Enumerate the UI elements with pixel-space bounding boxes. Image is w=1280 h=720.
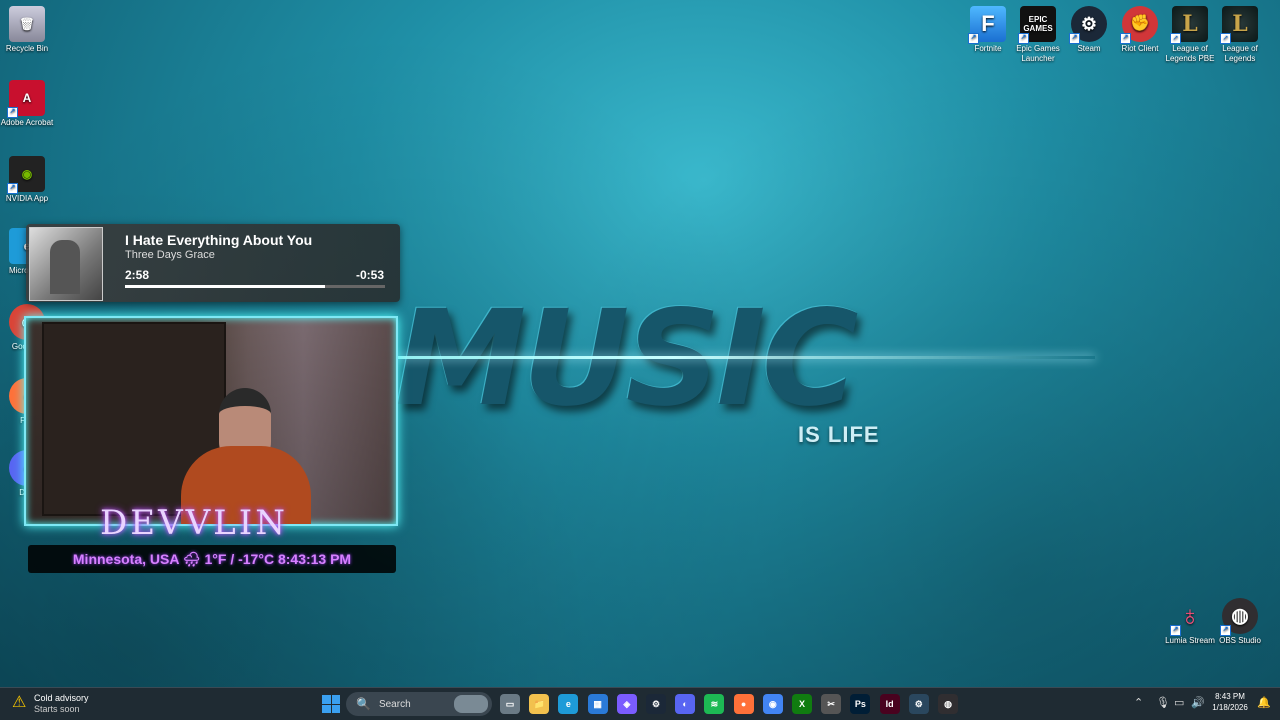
acrobat-icon: A ↗ xyxy=(7,80,45,118)
desktop-icon-league-pbe[interactable]: L ↗ League of Legends PBE xyxy=(1163,6,1217,64)
desktop-icon-label: Fortnite xyxy=(974,44,1002,53)
volume-icon[interactable]: 🔊 xyxy=(1191,696,1205,709)
desktop-icon-label: Adobe Acrobat xyxy=(0,118,54,127)
song-progress-fill xyxy=(125,285,326,288)
edge-icon[interactable]: e xyxy=(558,694,579,714)
desktop-icon-label: Steam xyxy=(1077,44,1101,53)
file-explorer-icon[interactable]: ▭ xyxy=(500,694,520,714)
warning-icon: ⚠ xyxy=(12,694,27,711)
weather-alert-title: Cold advisory xyxy=(34,693,89,703)
xbox-icon[interactable]: X xyxy=(792,694,812,714)
chevron-up-icon[interactable]: ⌃ xyxy=(1134,696,1143,709)
snipping-tool-icon[interactable]: ✂ xyxy=(821,694,842,714)
desktop-icon-label: Epic Games Launcher xyxy=(1016,44,1060,63)
epic-glyph: EPIC GAMES xyxy=(1023,15,1053,33)
taskbar-clock[interactable]: 8:43 PM 1/18/2026 xyxy=(1210,691,1250,713)
location-text: Minnesota, USA xyxy=(72,551,179,567)
time-elapsed: 2:58 xyxy=(125,268,150,282)
desktop-icon-riot[interactable]: ✊ ↗ Riot Client xyxy=(1113,6,1167,54)
desktop-icon-label: Recycle Bin xyxy=(5,44,49,53)
league-glyph: L xyxy=(1232,11,1248,37)
fortnite-glyph: F xyxy=(981,11,995,36)
desktop-icon-lumia-stream[interactable]: ♁ ↗ Lumia Stream xyxy=(1163,598,1217,646)
riot-icon: ✊ ↗ xyxy=(1120,6,1158,44)
taskbar-search[interactable]: 🔍 Search xyxy=(346,692,492,716)
search-icon: 🔍 xyxy=(356,697,371,711)
photoshop-icon[interactable]: Ps xyxy=(850,694,871,714)
lumia-stream-icon: ♁ ↗ xyxy=(1170,598,1208,636)
league-pbe-icon: L ↗ xyxy=(1170,6,1208,44)
search-placeholder: Search xyxy=(378,698,411,710)
desktop-icon-acrobat[interactable]: A ↗ Adobe Acrobat xyxy=(0,80,54,128)
obs-icon: ◍ ↗ xyxy=(1220,598,1258,636)
song-title: I Hate Everything About You xyxy=(125,232,313,248)
desktop-icon-label: NVIDIA App xyxy=(5,194,49,203)
overlay-time: 8:43:13 PM xyxy=(277,551,352,567)
recycle-bin-icon: 🗑 xyxy=(9,6,45,42)
desktop-icon-label: Riot Client xyxy=(1121,44,1159,53)
desktop-icon-label: League of Legends PBE xyxy=(1165,44,1215,63)
song-artist: Three Days Grace xyxy=(125,249,215,261)
fortnite-icon: F ↗ xyxy=(968,6,1006,44)
folder-icon[interactable]: 📁 xyxy=(529,694,550,714)
weather-icon: 🌧 xyxy=(182,551,201,567)
weather-time-bar: Minnesota, USA 🌧 1°F / -17°C 8:43:13 PM xyxy=(28,545,396,573)
start-button[interactable] xyxy=(322,695,340,713)
temperature-text: 1°F / -17°C xyxy=(204,551,275,567)
discord-icon[interactable]: ◐ xyxy=(675,694,696,714)
desktop-icon-label: OBS Studio xyxy=(1219,636,1261,645)
wallpaper-subtitle: IS LIFE xyxy=(798,422,880,447)
microphone-icon[interactable]: 🎙 xyxy=(1156,696,1170,709)
firefox-icon[interactable]: ● xyxy=(733,694,754,714)
network-icon[interactable]: ▭ xyxy=(1174,696,1184,709)
album-art xyxy=(29,227,103,301)
wallpaper-pulse-line xyxy=(395,356,1095,359)
desktop-icon-epic-games[interactable]: EPIC GAMES ↗ Epic Games Launcher xyxy=(1011,6,1065,64)
steam-glyph: ⚙ xyxy=(1080,14,1098,34)
riot-glyph: ✊ xyxy=(1130,15,1150,32)
time-remaining: -0:53 xyxy=(355,268,384,282)
desktop-icon-label: League of Legends xyxy=(1222,44,1258,63)
now-playing-widget: I Hate Everything About You Three Days G… xyxy=(26,224,400,302)
streamer-name: DEVVLIN xyxy=(100,503,288,543)
taskbar: ⚠ Cold advisory Starts soon 🔍 Search ▭ 📁 e… xyxy=(0,687,1280,720)
desktop-icon-obs[interactable]: ◍ ↗ OBS Studio xyxy=(1213,598,1267,646)
clock-date: 1/18/2026 xyxy=(1212,703,1248,712)
steam-icon: ⚙ ↗ xyxy=(1069,6,1107,44)
league-icon: L ↗ xyxy=(1220,6,1258,44)
store-icon[interactable]: ▦ xyxy=(587,694,608,714)
webcam-feed xyxy=(24,316,398,526)
obs-icon[interactable]: ◍ xyxy=(938,694,958,714)
song-progress-bar xyxy=(125,285,385,288)
league-pbe-glyph: L xyxy=(1182,11,1198,37)
steam-alt-icon[interactable]: ⚙ xyxy=(908,694,929,714)
notification-icon[interactable]: 🔔 xyxy=(1257,696,1271,709)
weather-alert-subtitle: Starts soon xyxy=(34,704,80,714)
epic-games-icon: EPIC GAMES ↗ xyxy=(1018,6,1056,44)
desktop-icon-recycle-bin[interactable]: 🗑 Recycle Bin xyxy=(0,6,54,54)
desktop-icon-steam[interactable]: ⚙ ↗ Steam xyxy=(1062,6,1116,54)
spotify-icon[interactable]: ≋ xyxy=(704,694,725,714)
desktop-icon-label: Lumia Stream xyxy=(1165,636,1215,645)
steam-icon[interactable]: ⚙ xyxy=(646,694,666,714)
clock-time: 8:43 PM xyxy=(1215,692,1245,701)
wallpaper-music-text: MUSIC xyxy=(395,282,859,436)
desktop-icon-league[interactable]: L ↗ League of Legends xyxy=(1213,6,1267,64)
search-highlight-image xyxy=(454,695,488,713)
desktop-icon-fortnite[interactable]: F ↗ Fortnite xyxy=(961,6,1015,54)
chrome-icon[interactable]: ◉ xyxy=(762,694,783,714)
indesign-icon[interactable]: Id xyxy=(879,694,900,714)
desktop-icon-nvidia[interactable]: ◉ ↗ NVIDIA App xyxy=(0,156,54,204)
nvidia-icon: ◉ ↗ xyxy=(7,156,45,194)
copilot-icon[interactable]: ◈ xyxy=(616,694,637,714)
